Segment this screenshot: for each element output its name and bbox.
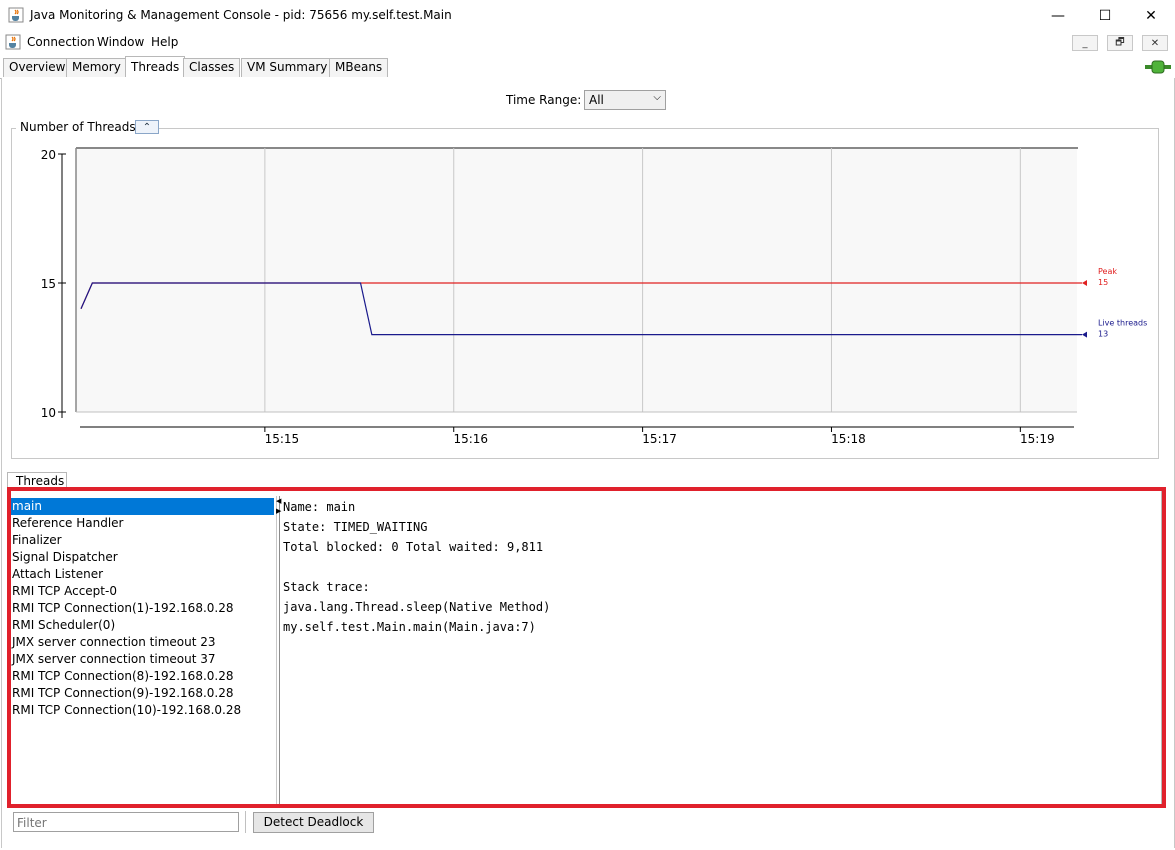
y-tick-label: 10 xyxy=(41,406,56,420)
y-tick-label: 20 xyxy=(41,148,56,162)
highlight-annotation xyxy=(7,487,1166,808)
threads-chart: 15:15 15:16 15:17 15:18 15:19 10 15 20 Peak 15 Liv… xyxy=(41,147,1147,446)
legend-name: Peak xyxy=(1098,267,1117,276)
filter-input[interactable] xyxy=(13,812,239,832)
legend-marker-arrow xyxy=(1082,331,1087,338)
legend-value: 15 xyxy=(1098,278,1108,287)
x-tick-label: 15:18 xyxy=(831,432,866,446)
plot-background xyxy=(76,148,1077,412)
legend-value: 13 xyxy=(1098,330,1108,339)
x-tick-label: 15:17 xyxy=(642,432,677,446)
y-tick-label: 15 xyxy=(41,277,56,291)
legend-name: Live threads xyxy=(1098,319,1147,328)
x-tick-label: 15:19 xyxy=(1020,432,1055,446)
toolbar-separator xyxy=(245,811,246,833)
legend-marker-arrow xyxy=(1082,280,1087,286)
x-tick-label: 15:15 xyxy=(265,432,300,446)
detect-deadlock-button[interactable]: Detect Deadlock xyxy=(253,812,374,833)
x-tick-label: 15:16 xyxy=(453,432,488,446)
